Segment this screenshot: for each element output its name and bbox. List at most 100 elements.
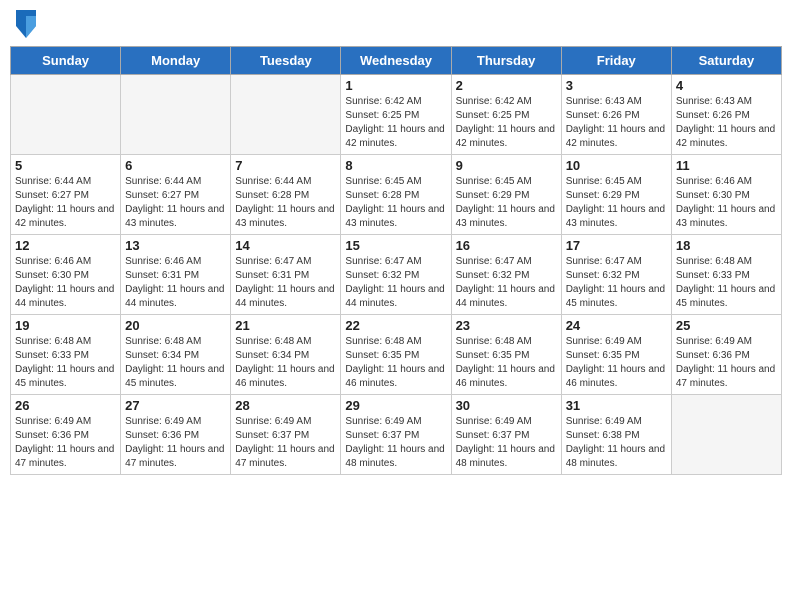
calendar-cell: 30 Sunrise: 6:49 AM Sunset: 6:37 PM Dayli… [451,395,561,475]
day-number: 5 [15,158,116,173]
page-header [10,10,782,38]
logo-icon [16,10,36,38]
day-info: Sunrise: 6:46 AM Sunset: 6:31 PM Dayligh… [125,255,226,311]
weekday-header-monday: Monday [121,47,231,75]
day-number: 11 [676,158,777,173]
day-info: Sunrise: 6:44 AM Sunset: 6:27 PM Dayligh… [15,175,116,231]
day-number: 8 [345,158,446,173]
day-info: Sunrise: 6:49 AM Sunset: 6:35 PM Dayligh… [566,335,667,391]
day-number: 2 [456,78,557,93]
calendar-cell: 15 Sunrise: 6:47 AM Sunset: 6:32 PM Dayli… [341,235,451,315]
day-number: 26 [15,398,116,413]
calendar-cell: 29 Sunrise: 6:49 AM Sunset: 6:37 PM Dayli… [341,395,451,475]
day-number: 23 [456,318,557,333]
calendar-cell: 26 Sunrise: 6:49 AM Sunset: 6:36 PM Dayli… [11,395,121,475]
calendar-cell: 16 Sunrise: 6:47 AM Sunset: 6:32 PM Dayli… [451,235,561,315]
day-number: 14 [235,238,336,253]
day-info: Sunrise: 6:47 AM Sunset: 6:31 PM Dayligh… [235,255,336,311]
calendar-cell [231,75,341,155]
calendar-cell: 28 Sunrise: 6:49 AM Sunset: 6:37 PM Dayli… [231,395,341,475]
weekday-header-friday: Friday [561,47,671,75]
day-number: 7 [235,158,336,173]
day-info: Sunrise: 6:48 AM Sunset: 6:34 PM Dayligh… [235,335,336,391]
day-number: 28 [235,398,336,413]
calendar-cell: 19Sunrise: 6:48 AM Sunset: 6:33 PM Dayli… [11,315,121,395]
day-number: 4 [676,78,777,93]
day-info: Sunrise: 6:49 AM Sunset: 6:36 PM Dayligh… [15,415,116,471]
day-info: Sunrise: 6:49 AM Sunset: 6:37 PM Dayligh… [345,415,446,471]
logo [14,10,40,38]
day-info: Sunrise: 6:47 AM Sunset: 6:32 PM Dayligh… [345,255,446,311]
calendar-cell: 3 Sunrise: 6:43 AM Sunset: 6:26 PM Daylig… [561,75,671,155]
day-number: 16 [456,238,557,253]
calendar-cell: 2Sunrise: 6:42 AM Sunset: 6:25 PM Daylig… [451,75,561,155]
day-number: 30 [456,398,557,413]
week-row-5: 26 Sunrise: 6:49 AM Sunset: 6:36 PM Dayli… [11,395,782,475]
weekday-header-wednesday: Wednesday [341,47,451,75]
day-info: Sunrise: 6:49 AM Sunset: 6:36 PM Dayligh… [676,335,777,391]
day-info: Sunrise: 6:48 AM Sunset: 6:34 PM Dayligh… [125,335,226,391]
day-info: Sunrise: 6:43 AM Sunset: 6:26 PM Dayligh… [676,95,777,151]
day-number: 21 [235,318,336,333]
day-number: 20 [125,318,226,333]
day-number: 25 [676,318,777,333]
day-info: Sunrise: 6:49 AM Sunset: 6:36 PM Dayligh… [125,415,226,471]
calendar-cell: 12 Sunrise: 6:46 AM Sunset: 6:30 PM Dayli… [11,235,121,315]
day-info: Sunrise: 6:49 AM Sunset: 6:37 PM Dayligh… [235,415,336,471]
day-number: 3 [566,78,667,93]
day-number: 24 [566,318,667,333]
week-row-4: 19Sunrise: 6:48 AM Sunset: 6:33 PM Dayli… [11,315,782,395]
day-info: Sunrise: 6:47 AM Sunset: 6:32 PM Dayligh… [456,255,557,311]
calendar-cell: 24 Sunrise: 6:49 AM Sunset: 6:35 PM Dayli… [561,315,671,395]
day-info: Sunrise: 6:42 AM Sunset: 6:25 PM Dayligh… [345,95,446,151]
calendar-cell: 6Sunrise: 6:44 AM Sunset: 6:27 PM Daylig… [121,155,231,235]
day-number: 1 [345,78,446,93]
week-row-2: 5 Sunrise: 6:44 AM Sunset: 6:27 PM Daylig… [11,155,782,235]
weekday-header-thursday: Thursday [451,47,561,75]
calendar-cell: 9Sunrise: 6:45 AM Sunset: 6:29 PM Daylig… [451,155,561,235]
calendar-cell [11,75,121,155]
day-info: Sunrise: 6:44 AM Sunset: 6:28 PM Dayligh… [235,175,336,231]
day-number: 9 [456,158,557,173]
day-number: 10 [566,158,667,173]
day-info: Sunrise: 6:49 AM Sunset: 6:37 PM Dayligh… [456,415,557,471]
day-number: 22 [345,318,446,333]
calendar-cell: 18 Sunrise: 6:48 AM Sunset: 6:33 PM Dayli… [671,235,781,315]
day-info: Sunrise: 6:48 AM Sunset: 6:33 PM Dayligh… [15,335,116,391]
day-number: 6 [125,158,226,173]
calendar-cell: 5 Sunrise: 6:44 AM Sunset: 6:27 PM Daylig… [11,155,121,235]
weekday-header-saturday: Saturday [671,47,781,75]
day-number: 15 [345,238,446,253]
week-row-3: 12 Sunrise: 6:46 AM Sunset: 6:30 PM Dayli… [11,235,782,315]
day-number: 27 [125,398,226,413]
day-info: Sunrise: 6:48 AM Sunset: 6:33 PM Dayligh… [676,255,777,311]
calendar-cell: 13 Sunrise: 6:46 AM Sunset: 6:31 PM Dayli… [121,235,231,315]
calendar-cell: 1 Sunrise: 6:42 AM Sunset: 6:25 PM Daylig… [341,75,451,155]
calendar-cell: 8 Sunrise: 6:45 AM Sunset: 6:28 PM Daylig… [341,155,451,235]
calendar-cell [671,395,781,475]
calendar-cell: 22Sunrise: 6:48 AM Sunset: 6:35 PM Dayli… [341,315,451,395]
weekday-header-row: SundayMondayTuesdayWednesdayThursdayFrid… [11,47,782,75]
calendar-cell: 25 Sunrise: 6:49 AM Sunset: 6:36 PM Dayli… [671,315,781,395]
day-info: Sunrise: 6:45 AM Sunset: 6:28 PM Dayligh… [345,175,446,231]
calendar-cell: 21 Sunrise: 6:48 AM Sunset: 6:34 PM Dayli… [231,315,341,395]
calendar-cell: 14 Sunrise: 6:47 AM Sunset: 6:31 PM Dayli… [231,235,341,315]
calendar-cell: 31Sunrise: 6:49 AM Sunset: 6:38 PM Dayli… [561,395,671,475]
calendar-cell: 17 Sunrise: 6:47 AM Sunset: 6:32 PM Dayli… [561,235,671,315]
week-row-1: 1 Sunrise: 6:42 AM Sunset: 6:25 PM Daylig… [11,75,782,155]
day-number: 17 [566,238,667,253]
day-info: Sunrise: 6:43 AM Sunset: 6:26 PM Dayligh… [566,95,667,151]
day-info: Sunrise: 6:49 AM Sunset: 6:38 PM Dayligh… [566,415,667,471]
day-number: 29 [345,398,446,413]
calendar-cell: 10 Sunrise: 6:45 AM Sunset: 6:29 PM Dayli… [561,155,671,235]
day-info: Sunrise: 6:47 AM Sunset: 6:32 PM Dayligh… [566,255,667,311]
day-number: 12 [15,238,116,253]
day-info: Sunrise: 6:46 AM Sunset: 6:30 PM Dayligh… [15,255,116,311]
day-number: 18 [676,238,777,253]
day-info: Sunrise: 6:45 AM Sunset: 6:29 PM Dayligh… [566,175,667,231]
calendar-table: SundayMondayTuesdayWednesdayThursdayFrid… [10,46,782,475]
day-info: Sunrise: 6:48 AM Sunset: 6:35 PM Dayligh… [456,335,557,391]
weekday-header-sunday: Sunday [11,47,121,75]
day-number: 13 [125,238,226,253]
weekday-header-tuesday: Tuesday [231,47,341,75]
